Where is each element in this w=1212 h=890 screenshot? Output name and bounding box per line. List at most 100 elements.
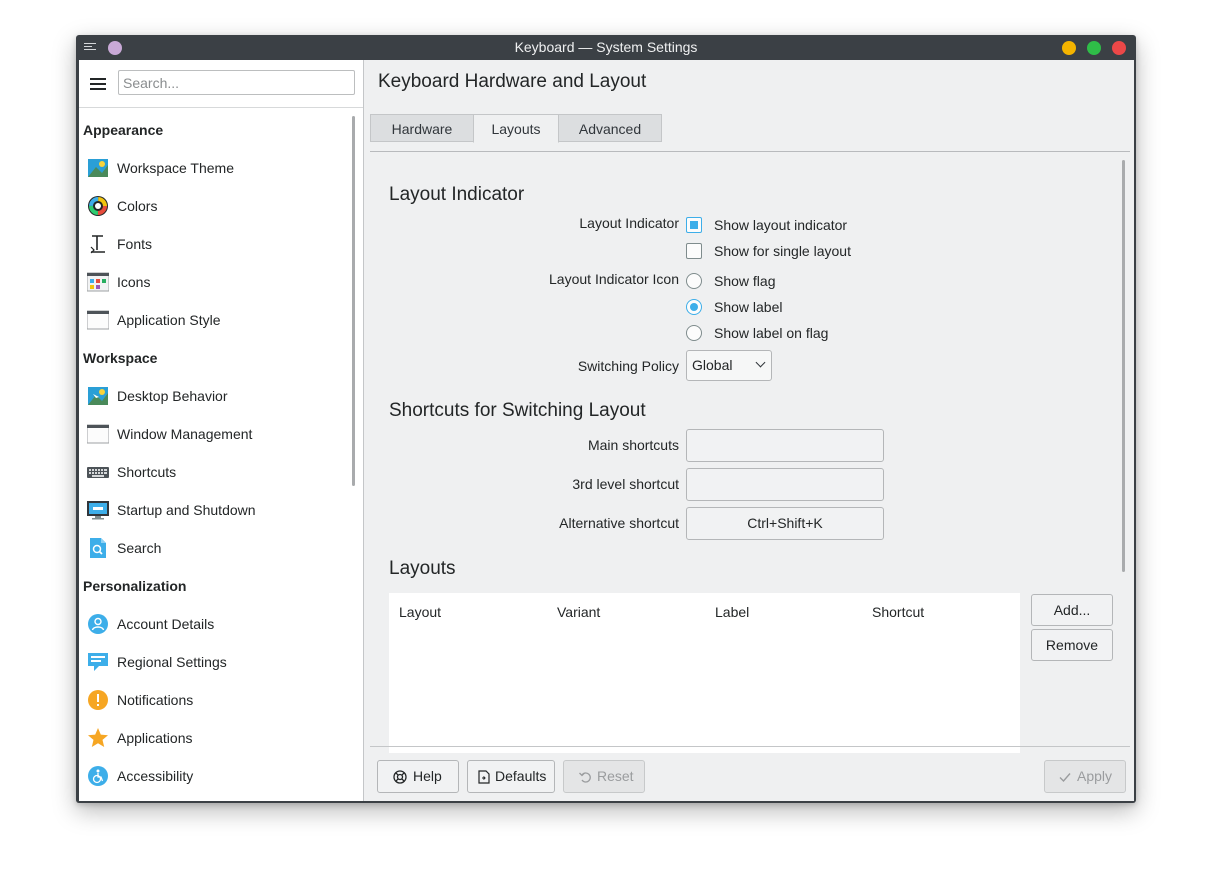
sidebar-item-label: Applications xyxy=(117,730,193,746)
checkbox-checked[interactable] xyxy=(686,217,702,233)
hamburger-menu-icon[interactable] xyxy=(90,78,106,92)
switching-policy-select[interactable]: Global xyxy=(686,350,772,381)
radio-unselected[interactable] xyxy=(686,325,702,341)
layout-indicator-icon-label: Layout Indicator Icon xyxy=(549,271,679,287)
radio-label: Show flag xyxy=(714,273,776,289)
sidebar-item-label: Notifications xyxy=(117,692,194,708)
radio-label: Show label on flag xyxy=(714,325,829,341)
category-workspace: Workspace xyxy=(83,350,158,366)
workspace-theme-icon xyxy=(88,159,108,177)
sidebar-item-label: Workspace Theme xyxy=(117,160,234,176)
alternative-shortcut-label: Alternative shortcut xyxy=(559,515,679,531)
sidebar-item-startup-shutdown[interactable]: Startup and Shutdown xyxy=(79,491,349,529)
column-header-shortcut[interactable]: Shortcut xyxy=(872,604,924,620)
checkbox-label: Show layout indicator xyxy=(714,217,848,233)
sidebar-item-shortcuts[interactable]: Shortcuts xyxy=(79,453,349,491)
sidebar-item-workspace-theme[interactable]: Workspace Theme xyxy=(79,149,349,187)
undo-icon xyxy=(577,761,593,795)
window-content: Appearance Workspace Theme Colors Fonts … xyxy=(79,60,1134,801)
colors-icon xyxy=(88,196,108,216)
help-button-label: Help xyxy=(413,768,442,784)
apply-button[interactable]: Apply xyxy=(1044,760,1126,793)
third-level-shortcut-button[interactable] xyxy=(686,468,884,501)
layout-indicator-label: Layout Indicator xyxy=(579,215,679,231)
sidebar-item-applications[interactable]: Applications xyxy=(79,719,349,757)
section-heading-layouts: Layouts xyxy=(389,558,456,579)
footer-divider xyxy=(370,746,1130,747)
reset-button[interactable]: Reset xyxy=(563,760,645,793)
sidebar-item-accessibility[interactable]: Accessibility xyxy=(79,757,349,795)
notifications-icon xyxy=(88,690,108,710)
sidebar-scrollbar[interactable] xyxy=(352,116,355,486)
remove-layout-button[interactable]: Remove xyxy=(1031,629,1113,661)
sidebar-item-desktop-behavior[interactable]: Desktop Behavior xyxy=(79,377,349,415)
radio-label: Show label xyxy=(714,299,783,315)
main-scrollbar[interactable] xyxy=(1122,160,1125,572)
close-button[interactable] xyxy=(1112,41,1126,55)
checkbox-label: Show for single layout xyxy=(714,243,851,259)
sidebar-item-label: Account Details xyxy=(117,616,215,632)
add-layout-button[interactable]: Add... xyxy=(1031,594,1113,626)
sidebar-item-label: Fonts xyxy=(117,236,153,252)
switching-policy-label: Switching Policy xyxy=(577,358,679,374)
column-header-variant[interactable]: Variant xyxy=(557,604,600,620)
regional-settings-icon xyxy=(88,653,108,671)
window-management-icon xyxy=(87,424,109,444)
fonts-icon xyxy=(90,235,105,254)
column-header-label[interactable]: Label xyxy=(715,604,749,620)
third-level-shortcut-label: 3rd level shortcut xyxy=(572,476,679,492)
sidebar-item-regional-settings[interactable]: Regional Settings xyxy=(79,643,349,681)
accessibility-icon xyxy=(88,766,108,786)
search-input[interactable] xyxy=(118,70,355,95)
sidebar-item-label: Application Style xyxy=(117,312,221,328)
alternative-shortcut-button[interactable]: Ctrl+Shift+K xyxy=(686,507,884,540)
keyboard-shortcuts-icon xyxy=(87,467,109,478)
maximize-button[interactable] xyxy=(1087,41,1101,55)
tab-divider xyxy=(370,151,1130,152)
category-appearance: Appearance xyxy=(83,122,164,138)
checkbox-unchecked[interactable] xyxy=(686,243,702,259)
search-icon xyxy=(90,538,106,558)
checkmark-icon xyxy=(1057,761,1073,795)
tab-hardware[interactable]: Hardware xyxy=(370,114,474,142)
sidebar-item-account-details[interactable]: Account Details xyxy=(79,605,349,643)
sidebar-item-window-management[interactable]: Window Management xyxy=(79,415,349,453)
sidebar-item-notifications[interactable]: Notifications xyxy=(79,681,349,719)
main-shortcuts-button[interactable] xyxy=(686,429,884,462)
startup-shutdown-icon xyxy=(87,501,109,520)
page-title: Keyboard Hardware and Layout xyxy=(378,71,647,92)
tab-advanced[interactable]: Advanced xyxy=(558,114,662,142)
apply-button-label: Apply xyxy=(1077,768,1113,784)
sidebar-item-icons[interactable]: Icons xyxy=(79,263,349,301)
sidebar-item-label: Search xyxy=(117,540,162,556)
desktop-behavior-icon xyxy=(88,387,108,405)
defaults-button[interactable]: Defaults xyxy=(467,760,555,793)
chevron-down-icon xyxy=(755,357,766,368)
sidebar-item-label: Accessibility xyxy=(117,768,194,784)
tab-layouts[interactable]: Layouts xyxy=(473,114,559,143)
sidebar-list: Appearance Workspace Theme Colors Fonts … xyxy=(79,111,349,795)
radio-selected[interactable] xyxy=(686,299,702,315)
sidebar-item-search[interactable]: Search xyxy=(79,529,349,567)
sidebar-item-label: Desktop Behavior xyxy=(117,388,228,404)
sidebar-item-colors[interactable]: Colors xyxy=(79,187,349,225)
reset-button-label: Reset xyxy=(597,768,634,784)
sidebar-item-fonts[interactable]: Fonts xyxy=(79,225,349,263)
layouts-table[interactable]: Layout Variant Label Shortcut xyxy=(389,593,1020,753)
icons-icon xyxy=(87,272,109,292)
minimize-button[interactable] xyxy=(1062,41,1076,55)
sidebar-item-label: Startup and Shutdown xyxy=(117,502,256,518)
sidebar: Appearance Workspace Theme Colors Fonts … xyxy=(79,60,364,801)
sidebar-item-application-style[interactable]: Application Style xyxy=(79,301,349,339)
window-title: Keyboard — System Settings xyxy=(514,39,698,55)
radio-unselected[interactable] xyxy=(686,273,702,289)
switching-policy-value: Global xyxy=(692,357,733,373)
defaults-button-label: Defaults xyxy=(495,768,547,784)
sidebar-item-label: Colors xyxy=(117,198,158,214)
sidebar-divider xyxy=(79,107,363,108)
section-heading-layout-indicator: Layout Indicator xyxy=(389,184,525,205)
help-button[interactable]: Help xyxy=(377,760,459,793)
settings-window: Keyboard — System Settings Appearance Wo… xyxy=(76,35,1136,803)
column-header-layout[interactable]: Layout xyxy=(399,604,441,620)
sidebar-item-label: Window Management xyxy=(117,426,253,442)
